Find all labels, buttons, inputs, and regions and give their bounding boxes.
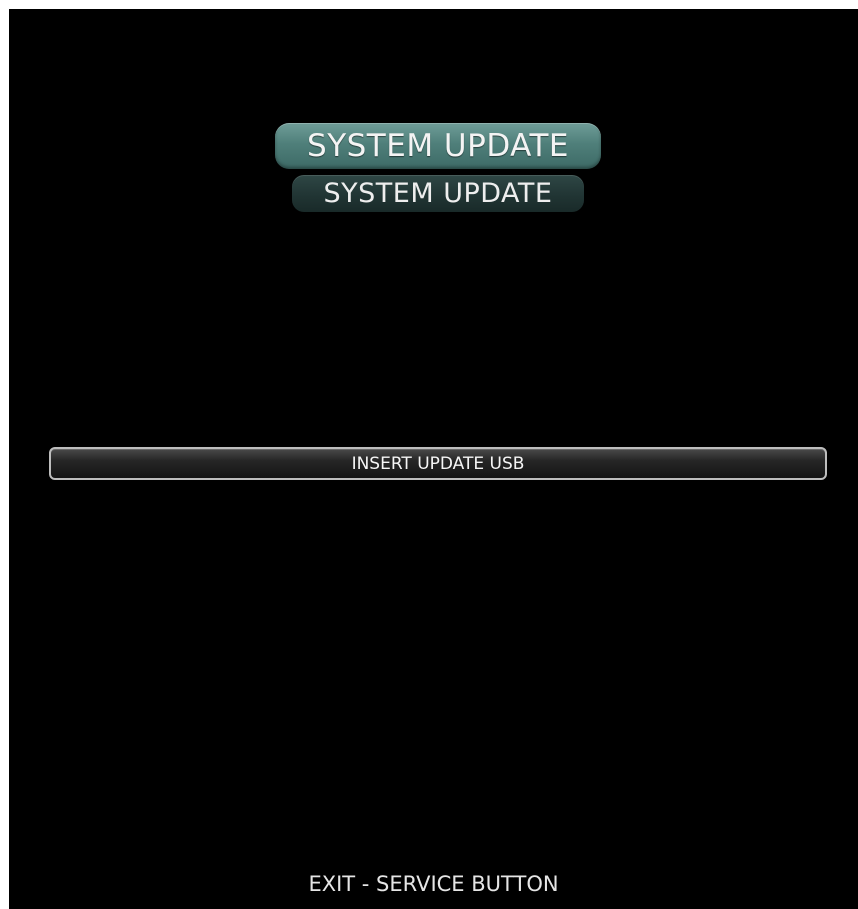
page-frame: SYSTEM UPDATE SYSTEM UPDATE INSERT UPDAT… [0, 0, 858, 909]
page-subtitle: SYSTEM UPDATE [292, 175, 584, 212]
page-title: SYSTEM UPDATE [275, 123, 601, 169]
update-screen: SYSTEM UPDATE SYSTEM UPDATE INSERT UPDAT… [9, 9, 858, 909]
exit-hint: EXIT - SERVICE BUTTON [308, 872, 559, 896]
status-message-bar: INSERT UPDATE USB [49, 447, 827, 480]
